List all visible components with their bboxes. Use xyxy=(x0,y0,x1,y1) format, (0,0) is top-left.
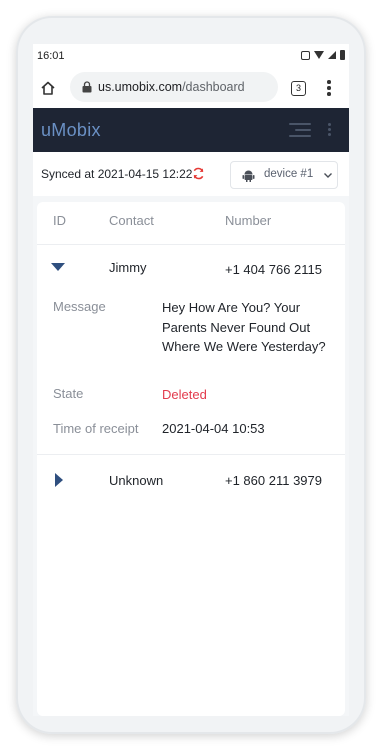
status-time: 16:01 xyxy=(37,50,65,62)
sync-status: Synced at 2021-04-15 12:22 xyxy=(41,167,193,181)
contact-name: Jimmy xyxy=(109,260,147,275)
time-label: Time of receipt xyxy=(53,421,139,436)
key-icon xyxy=(301,50,310,60)
hamburger-menu-icon[interactable] xyxy=(289,123,311,137)
phone-screen: 16:01 us.umobix.com/dashboard 3 uMobix S… xyxy=(33,44,349,716)
message-label: Message xyxy=(53,299,106,314)
android-icon xyxy=(242,170,255,182)
device-label: device #1 xyxy=(264,168,314,180)
collapse-row-icon[interactable] xyxy=(51,263,65,271)
status-icons xyxy=(301,50,345,60)
column-header-id[interactable]: ID xyxy=(53,213,66,228)
more-options-icon[interactable] xyxy=(328,123,331,138)
status-bar: 16:01 xyxy=(33,44,349,68)
lock-icon xyxy=(82,81,92,93)
column-header-number[interactable]: Number xyxy=(225,213,271,228)
receipt-time: 2021-04-04 10:53 xyxy=(162,421,265,436)
refresh-icon[interactable] xyxy=(192,167,205,180)
browser-menu-icon[interactable] xyxy=(327,80,331,96)
url-text: us.umobix.com/dashboard xyxy=(98,80,245,94)
chevron-down-icon xyxy=(324,173,332,178)
header-divider xyxy=(37,244,345,245)
device-selector[interactable]: device #1 xyxy=(230,161,338,189)
message-text: Hey How Are You? Your Parents Never Foun… xyxy=(162,300,326,354)
contact-name: Unknown xyxy=(109,473,164,488)
wifi-icon xyxy=(314,51,324,59)
battery-icon xyxy=(340,50,345,60)
contact-number: +1 860 211 3979 xyxy=(225,473,322,488)
url-path: /dashboard xyxy=(182,80,245,94)
tab-switcher-button[interactable]: 3 xyxy=(291,81,306,96)
umobix-logo[interactable]: uMobix xyxy=(41,120,101,141)
messages-table: ID Contact Number Jimmy +1 404 766 2115 … xyxy=(37,202,345,716)
home-icon[interactable] xyxy=(41,81,55,95)
state-label: State xyxy=(53,386,84,401)
url-host: us.umobix.com xyxy=(98,80,183,94)
app-header: uMobix xyxy=(33,108,349,152)
browser-toolbar: us.umobix.com/dashboard 3 xyxy=(33,68,349,108)
expand-row-icon[interactable] xyxy=(55,473,63,487)
sync-bar: Synced at 2021-04-15 12:22 device #1 xyxy=(33,152,349,196)
contact-number: +1 404 766 2115 xyxy=(225,262,322,277)
row-divider xyxy=(37,454,345,455)
status-badge: Deleted xyxy=(162,387,207,402)
column-header-contact[interactable]: Contact xyxy=(109,213,154,228)
address-bar[interactable]: us.umobix.com/dashboard xyxy=(70,72,278,102)
signal-icon xyxy=(328,51,336,59)
